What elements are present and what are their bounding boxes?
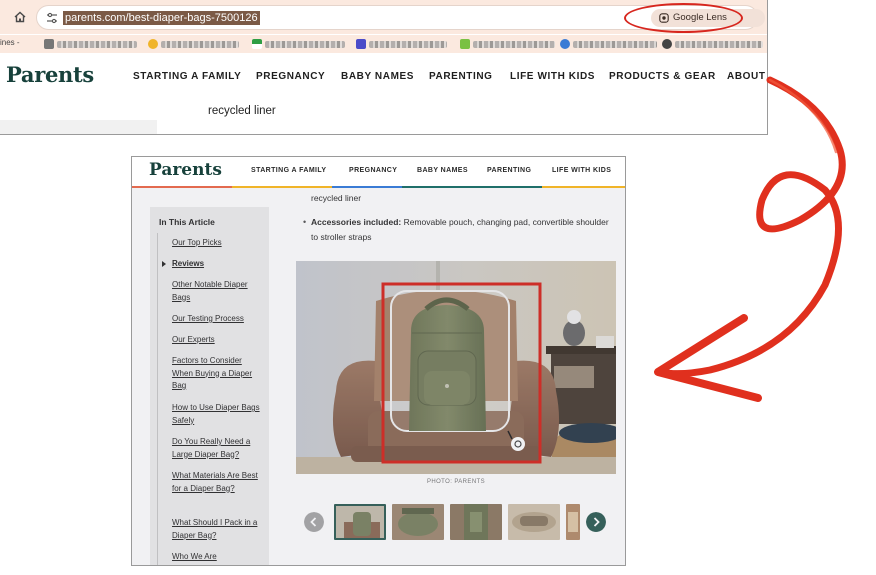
thumbnail-5[interactable] bbox=[566, 504, 580, 540]
nav-baby-names[interactable]: BABY NAMES bbox=[417, 167, 468, 174]
nav-starting-a-family[interactable]: STARTING A FAMILY bbox=[251, 167, 327, 174]
toc-item-our-top-picks[interactable]: Our Top Picks bbox=[172, 237, 264, 250]
toc-sidebar-edge bbox=[0, 120, 157, 134]
nav-pregnancy[interactable]: PREGNANCY bbox=[349, 167, 397, 174]
site-header-low: Parents STARTING A FAMILY PREGNANCY BABY… bbox=[132, 157, 625, 188]
bookmarks-bar: ines - bbox=[0, 35, 767, 53]
product-photo[interactable] bbox=[296, 261, 616, 474]
photo-caption: PHOTO: PARENTS bbox=[426, 479, 486, 485]
chevron-right-icon[interactable] bbox=[586, 512, 606, 532]
bookmark-partial-label: ines - bbox=[0, 38, 20, 47]
toc-item-who-we-are[interactable]: Who We Are bbox=[172, 551, 264, 564]
toc-active-marker bbox=[162, 261, 166, 267]
list-bullet: • bbox=[303, 217, 307, 227]
toc-item-large-bag[interactable]: Do You Really Need a Large Diaper Bag? bbox=[172, 436, 264, 461]
toc-item-factors[interactable]: Factors to Consider When Buying a Diaper… bbox=[172, 355, 264, 393]
nav-pregnancy[interactable]: PREGNANCY bbox=[256, 71, 325, 82]
nav-color-stripe bbox=[132, 186, 625, 188]
toc-item-use-safely[interactable]: How to Use Diaper Bags Safely bbox=[172, 402, 264, 427]
home-icon[interactable] bbox=[12, 9, 28, 25]
nav-life-with-kids[interactable]: LIFE WITH KIDS bbox=[510, 71, 595, 82]
red-curved-arrow-icon bbox=[654, 76, 846, 402]
toc-item-materials[interactable]: What Materials Are Best for a Diaper Bag… bbox=[172, 470, 264, 495]
accessories-label: Accessories included: bbox=[311, 217, 402, 227]
toc-item-other-notable[interactable]: Other Notable Diaper Bags bbox=[172, 279, 264, 304]
article-text-line: recycled liner bbox=[208, 105, 276, 117]
tune-icon[interactable] bbox=[45, 11, 59, 25]
toc-item-what-to-pack[interactable]: What Should I Pack in a Diaper Bag? bbox=[172, 517, 264, 542]
nav-baby-names[interactable]: BABY NAMES bbox=[341, 71, 414, 82]
toc-item-testing-process[interactable]: Our Testing Process bbox=[172, 313, 264, 326]
site-logo[interactable]: Parents bbox=[149, 160, 222, 180]
thumbnail-2[interactable] bbox=[392, 504, 444, 540]
table-of-contents: In This Article Our Top Picks Reviews Ot… bbox=[150, 207, 269, 565]
article-text-line: recycled liner bbox=[311, 193, 362, 203]
toc-item-our-experts[interactable]: Our Experts bbox=[172, 334, 264, 347]
browser-window-lens: Parents STARTING A FAMILY PREGNANCY BABY… bbox=[131, 156, 626, 566]
lens-highlight-ellipse bbox=[624, 3, 743, 33]
site-logo[interactable]: Parents bbox=[6, 62, 94, 87]
thumbnail-carousel bbox=[296, 502, 625, 542]
nav-parenting[interactable]: PARENTING bbox=[429, 71, 493, 82]
diaper-bag-photo-illustration bbox=[296, 261, 616, 474]
chevron-left-icon[interactable] bbox=[304, 512, 324, 532]
toc-rule bbox=[157, 233, 158, 565]
toc-item-reviews[interactable]: Reviews bbox=[172, 258, 264, 271]
thumbnail-3[interactable] bbox=[450, 504, 502, 540]
url-text[interactable]: parents.com/best-diaper-bags-7500126 bbox=[63, 11, 260, 25]
composite-screenshot: parents.com/best-diaper-bags-7500126 Goo… bbox=[0, 0, 876, 575]
thumbnail-1[interactable] bbox=[334, 504, 386, 540]
nav-starting-a-family[interactable]: STARTING A FAMILY bbox=[133, 71, 241, 82]
thumbnail-4[interactable] bbox=[508, 504, 560, 540]
accessories-line: Accessories included: Removable pouch, c… bbox=[311, 215, 611, 245]
toc-title: In This Article bbox=[159, 217, 215, 227]
nav-life-with-kids[interactable]: LIFE WITH KIDS bbox=[552, 167, 611, 174]
browser-toolbar: parents.com/best-diaper-bags-7500126 Goo… bbox=[0, 0, 767, 34]
nav-parenting[interactable]: PARENTING bbox=[487, 167, 531, 174]
